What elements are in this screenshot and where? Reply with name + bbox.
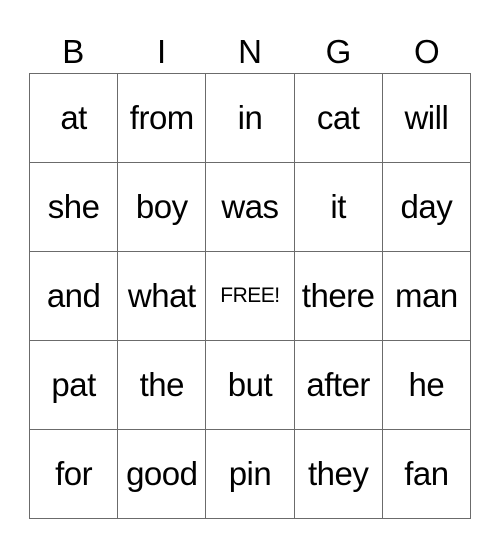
bingo-card: at from in cat will she boy was it day a… [28,73,472,519]
bingo-cell[interactable]: he [381,340,472,430]
bingo-cell[interactable]: the [117,340,207,430]
bingo-cell[interactable]: good [117,429,207,519]
header-letter-b: B [62,33,85,70]
bingo-cell[interactable]: and [28,251,119,341]
bingo-cell[interactable]: boy [117,162,207,252]
bingo-cell[interactable]: for [28,429,119,519]
bingo-row: she boy was it day [28,162,472,252]
free-space-cell[interactable]: FREE! [205,251,295,341]
header-letter-g: G [325,33,352,70]
bingo-cell[interactable]: in [205,73,295,163]
bingo-cell[interactable]: cat [293,73,383,163]
bingo-cell[interactable]: day [381,162,472,252]
bingo-cell[interactable]: at [28,73,119,163]
bingo-cell[interactable]: they [293,429,383,519]
bingo-cell[interactable]: pat [28,340,119,430]
header-letter-n: N [238,33,262,70]
bingo-cell[interactable]: from [117,73,207,163]
bingo-header: B I N G O [29,30,471,73]
header-letter-i: I [157,33,167,70]
bingo-cell[interactable]: what [117,251,207,341]
bingo-row: pat the but after he [28,340,472,430]
bingo-cell[interactable]: she [28,162,119,252]
bingo-cell[interactable]: fan [381,429,472,519]
bingo-cell[interactable]: after [293,340,383,430]
header-letter-o: O [413,33,440,70]
bingo-cell[interactable]: there [293,251,383,341]
bingo-cell[interactable]: man [381,251,472,341]
bingo-cell[interactable]: but [205,340,295,430]
bingo-cell[interactable]: pin [205,429,295,519]
bingo-row: for good pin they fan [28,429,472,519]
bingo-cell[interactable]: it [293,162,383,252]
bingo-row: and what FREE! there man [28,251,472,341]
bingo-row: at from in cat will [28,73,472,163]
bingo-cell[interactable]: was [205,162,295,252]
bingo-cell[interactable]: will [381,73,472,163]
